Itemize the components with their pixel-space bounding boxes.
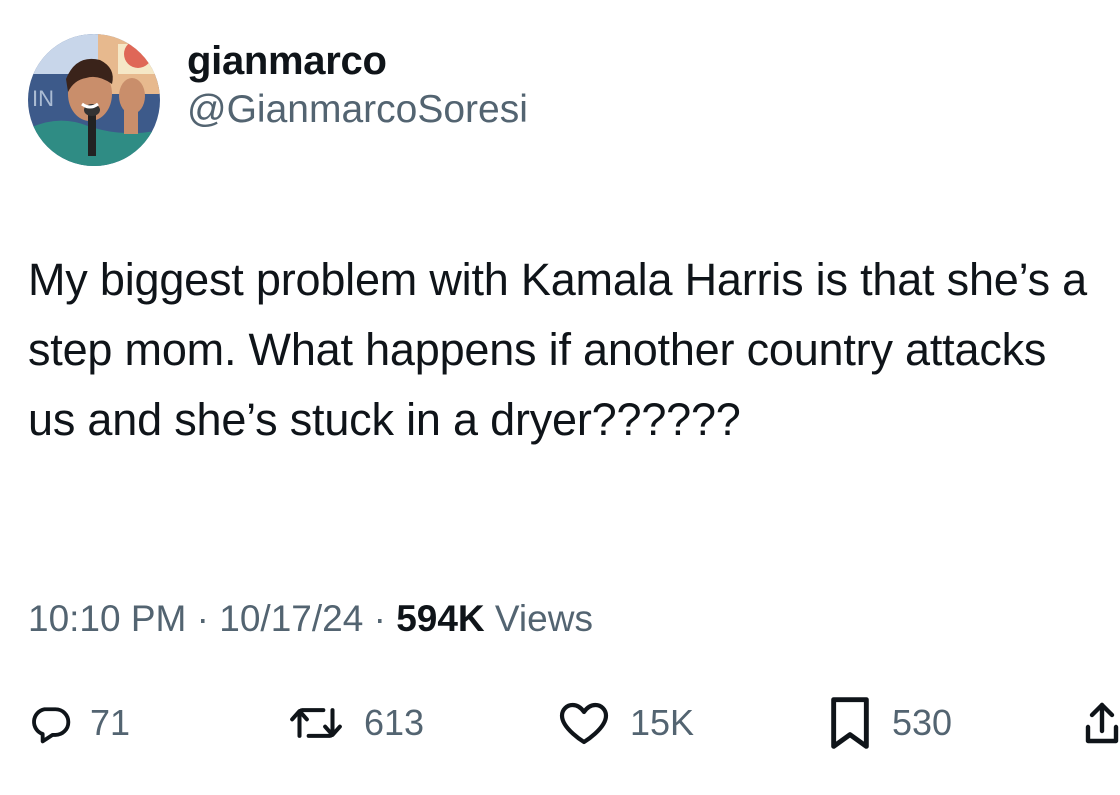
repost-icon (290, 708, 342, 738)
display-name[interactable]: gianmarco (187, 37, 528, 85)
reply-count: 71 (90, 702, 131, 743)
heart-icon (559, 702, 609, 745)
action-bar: 71 613 15K 530 (0, 693, 1120, 753)
avatar[interactable]: IN (28, 34, 160, 166)
meta-separator: · (196, 598, 209, 639)
views-label: Views (494, 598, 593, 639)
bookmark-button[interactable]: 530 (826, 693, 952, 753)
tweet-text: My biggest problem with Kamala Harris is… (28, 254, 1088, 445)
repost-button[interactable]: 613 (286, 693, 424, 753)
share-button[interactable] (1084, 693, 1120, 753)
like-count: 15K (630, 702, 695, 743)
like-button[interactable]: 15K (556, 693, 694, 753)
svg-text:IN: IN (32, 86, 54, 111)
share-icon (1085, 702, 1119, 744)
tweet-date[interactable]: 10/17/24 (219, 598, 363, 639)
user-info: gianmarco @GianmarcoSoresi (187, 37, 528, 135)
bookmark-count: 530 (892, 702, 953, 743)
views-count: 594K (396, 598, 485, 639)
tweet-header: IN gianmarco @GianmarcoSoresi (28, 33, 528, 167)
reply-icon (32, 707, 71, 744)
user-handle[interactable]: @GianmarcoSoresi (187, 85, 528, 135)
meta-separator: · (373, 598, 386, 639)
avatar-photo: IN (28, 34, 160, 166)
tweet-time[interactable]: 10:10 PM (28, 598, 186, 639)
tweet-meta: 10:10 PM · 10/17/24 · 594K Views (28, 598, 593, 640)
repost-count: 613 (364, 702, 425, 743)
reply-button[interactable]: 71 (28, 693, 130, 753)
bookmark-icon (831, 697, 869, 749)
